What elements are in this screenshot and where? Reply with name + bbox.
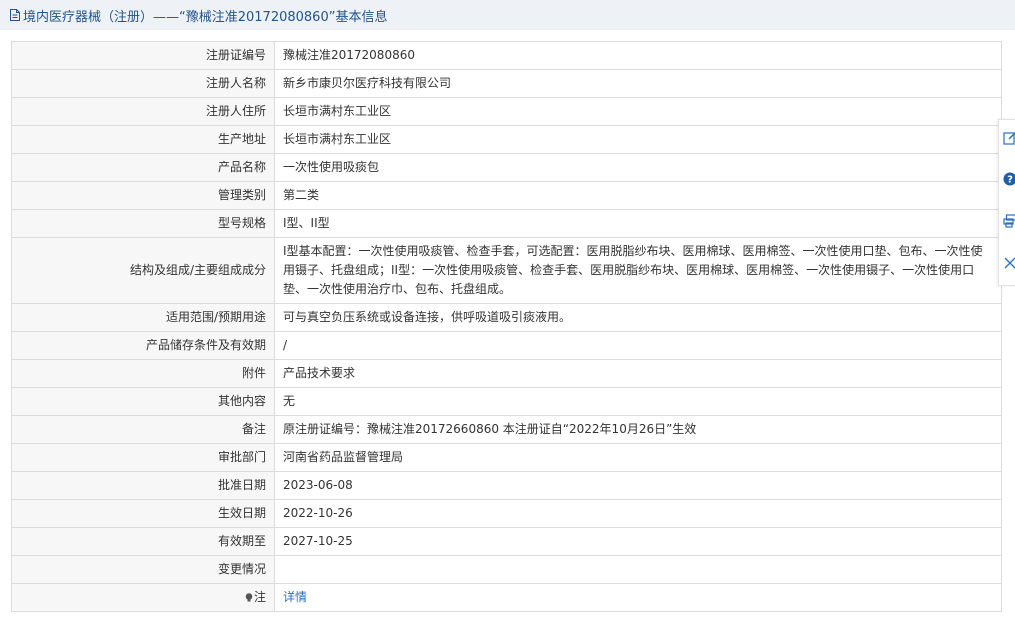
document-icon — [10, 9, 20, 21]
row-value: 原注册证编号：豫械注准20172660860 本注册证自“2022年10月26日… — [274, 415, 1002, 444]
help-icon[interactable]: ? — [1003, 172, 1015, 186]
table-row: 管理类别 第二类 — [11, 181, 1002, 210]
bulb-icon — [245, 589, 253, 602]
row-label: 适用范围/预期用途 — [11, 303, 275, 332]
row-value: 长垣市满村东工业区 — [274, 97, 1002, 126]
row-label: 注册人名称 — [11, 69, 275, 98]
row-value: 河南省药品监督管理局 — [274, 443, 1002, 472]
side-toolbar: ? — [998, 119, 1015, 286]
table-row: 产品名称 一次性使用吸痰包 — [11, 153, 1002, 182]
row-label: 附件 — [11, 359, 275, 388]
row-label: 生效日期 — [11, 499, 275, 528]
row-value: 可与真空负压系统或设备连接，供呼吸道吸引痰液用。 — [274, 303, 1002, 332]
note-row: 注 详情 — [11, 583, 1002, 612]
row-value — [274, 555, 1002, 584]
table-row: 附件 产品技术要求 — [11, 359, 1002, 388]
row-value: 无 — [274, 387, 1002, 416]
row-value: / — [274, 331, 1002, 360]
svg-text:?: ? — [1007, 175, 1013, 186]
row-label: 注册证编号 — [11, 41, 275, 70]
table-row: 有效期至 2027-10-25 — [11, 527, 1002, 556]
table-row: 其他内容 无 — [11, 387, 1002, 416]
table-row: 注册人住所 长垣市满村东工业区 — [11, 97, 1002, 126]
table-row: 生产地址 长垣市满村东工业区 — [11, 125, 1002, 154]
page-title: 境内医疗器械（注册）——“豫械注准20172080860”基本信息 — [23, 9, 388, 25]
table-row: 产品储存条件及有效期 / — [11, 331, 1002, 360]
row-value: 第二类 — [274, 181, 1002, 210]
table-row: 审批部门 河南省药品监督管理局 — [11, 443, 1002, 472]
row-label: 型号规格 — [11, 209, 275, 238]
row-label: 注册人住所 — [11, 97, 275, 126]
note-value: 详情 — [274, 583, 1002, 612]
row-value: 2022-10-26 — [274, 499, 1002, 528]
row-value: 2027-10-25 — [274, 527, 1002, 556]
table-row: 批准日期 2023-06-08 — [11, 471, 1002, 500]
table-row: 生效日期 2022-10-26 — [11, 499, 1002, 528]
row-label: 有效期至 — [11, 527, 275, 556]
table-row: 备注 原注册证编号：豫械注准20172660860 本注册证自“2022年10月… — [11, 415, 1002, 444]
row-value: 产品技术要求 — [274, 359, 1002, 388]
row-value: 豫械注准20172080860 — [274, 41, 1002, 70]
table-row: 适用范围/预期用途 可与真空负压系统或设备连接，供呼吸道吸引痰液用。 — [11, 303, 1002, 332]
row-label: 产品名称 — [11, 153, 275, 182]
details-link[interactable]: 详情 — [283, 590, 307, 604]
row-label: 管理类别 — [11, 181, 275, 210]
row-label: 生产地址 — [11, 125, 275, 154]
info-table: 注册证编号 豫械注准20172080860 注册人名称 新乡市康贝尔医疗科技有限… — [11, 41, 1002, 612]
table-row: 变更情况 — [11, 555, 1002, 584]
note-label: 注 — [253, 590, 266, 604]
title-bar: 境内医疗器械（注册）——“豫械注准20172080860”基本信息 — [0, 0, 1015, 30]
row-label: 产品储存条件及有效期 — [11, 331, 275, 360]
row-value: 2023-06-08 — [274, 471, 1002, 500]
close-icon[interactable] — [1003, 256, 1015, 270]
row-label: 结构及组成/主要组成成分 — [11, 237, 275, 304]
row-value: I型、II型 — [274, 209, 1002, 238]
row-label: 批准日期 — [11, 471, 275, 500]
row-label: 备注 — [11, 415, 275, 444]
table-row: 型号规格 I型、II型 — [11, 209, 1002, 238]
row-label: 变更情况 — [11, 555, 275, 584]
row-label: 其他内容 — [11, 387, 275, 416]
row-label: 审批部门 — [11, 443, 275, 472]
row-value: 新乡市康贝尔医疗科技有限公司 — [274, 69, 1002, 98]
table-row: 结构及组成/主要组成成分 I型基本配置：一次性使用吸痰管、检查手套，可选配置：医… — [11, 237, 1002, 304]
row-value: 长垣市满村东工业区 — [274, 125, 1002, 154]
edit-icon[interactable] — [1003, 131, 1015, 145]
print-icon[interactable] — [1003, 214, 1015, 228]
note-label-cell: 注 — [11, 583, 275, 612]
row-value: I型基本配置：一次性使用吸痰管、检查手套，可选配置：医用脱脂纱布块、医用棉球、医… — [274, 237, 1002, 304]
row-value: 一次性使用吸痰包 — [274, 153, 1002, 182]
table-row: 注册证编号 豫械注准20172080860 — [11, 41, 1002, 70]
table-row: 注册人名称 新乡市康贝尔医疗科技有限公司 — [11, 69, 1002, 98]
